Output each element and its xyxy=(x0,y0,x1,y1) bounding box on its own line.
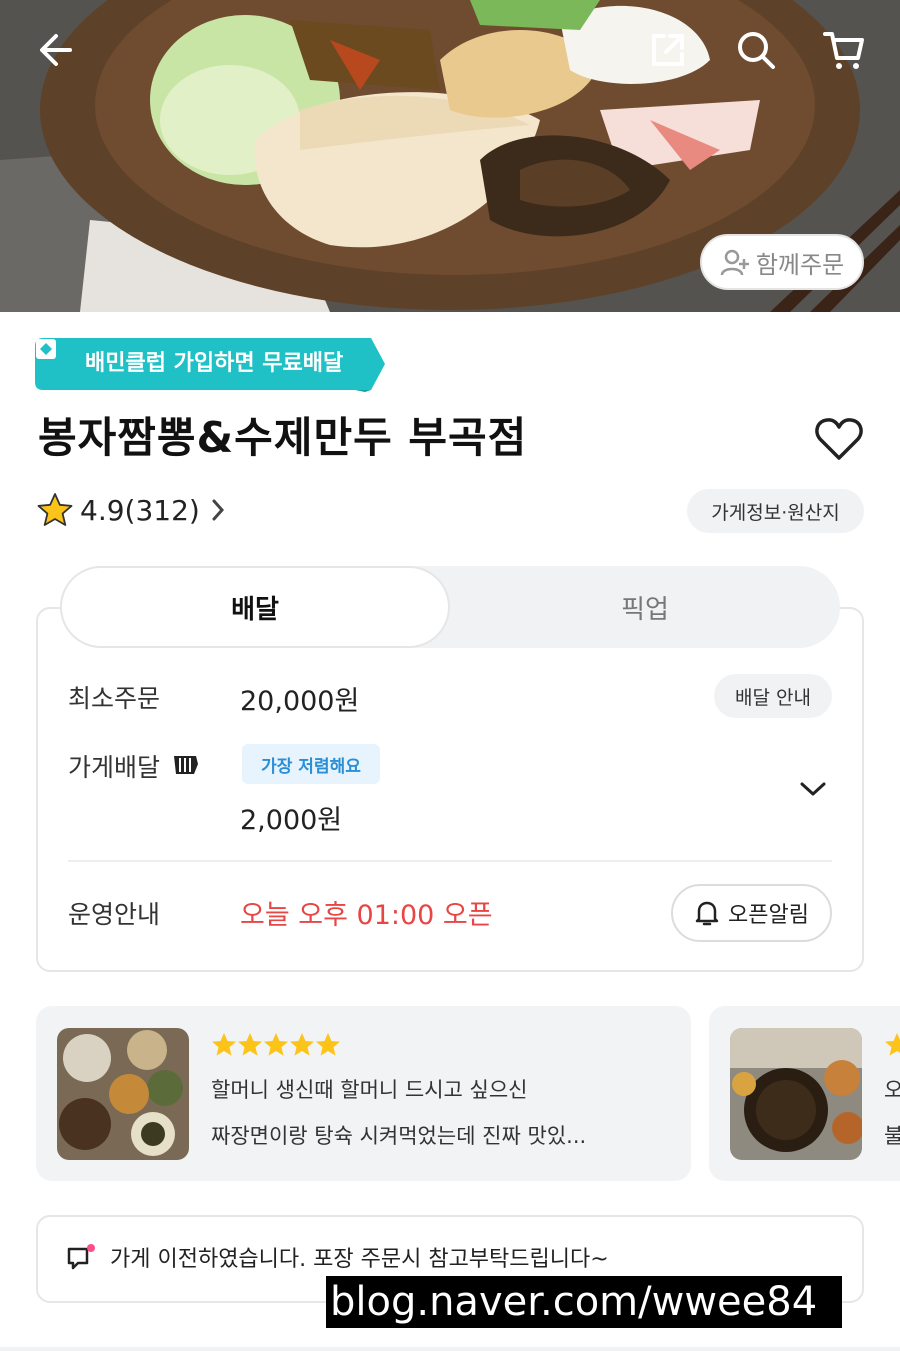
blog-watermark: blog.naver.com/wwee84 xyxy=(326,1276,842,1328)
star-icon xyxy=(885,1033,900,1056)
club-logo-icon xyxy=(36,339,56,359)
review-card[interactable]: 오 불 xyxy=(709,1006,900,1181)
five-stars-icon xyxy=(212,1033,340,1056)
review-food-image xyxy=(57,1028,189,1160)
rating-link[interactable]: 4.9(312) xyxy=(36,490,230,530)
cheapest-badge: 가장 저렴해요 xyxy=(242,744,380,784)
open-alarm-button[interactable]: 오픈알림 xyxy=(671,884,832,942)
bottom-divider xyxy=(0,1347,900,1351)
open-alarm-label: 오픈알림 xyxy=(728,903,809,928)
favorite-button[interactable] xyxy=(812,412,866,466)
bell-icon xyxy=(695,901,719,926)
together-order-button[interactable]: 함께주문 xyxy=(700,234,864,290)
search-icon xyxy=(738,32,775,69)
share-icon xyxy=(652,34,684,66)
star-icon xyxy=(37,493,73,526)
expand-delivery-button[interactable] xyxy=(796,772,830,806)
search-button[interactable] xyxy=(730,24,782,76)
cart-button[interactable] xyxy=(818,24,870,76)
add-person-icon xyxy=(720,249,749,276)
delivery-guide-button[interactable]: 배달 안내 xyxy=(714,674,832,718)
delivery-moto-icon xyxy=(174,756,198,774)
review-text-line2: 불 xyxy=(884,1124,900,1148)
notice-text: 가게 이전하였습니다. 포장 주문시 참고부탁드립니다~ xyxy=(110,1247,609,1272)
review-card[interactable]: 할머니 생신때 할머니 드시고 싶으신 짜장면이랑 탕슉 시켜먹었는데 진짜 맛… xyxy=(36,1006,691,1181)
review-stars xyxy=(884,1032,900,1060)
rating-value: 4.9(312) xyxy=(80,493,200,527)
chevron-down-icon xyxy=(800,782,826,796)
operation-label: 운영안내 xyxy=(68,900,161,929)
card-divider xyxy=(68,860,832,862)
together-order-label: 함께주문 xyxy=(755,250,845,279)
chevron-right-icon xyxy=(212,499,224,521)
store-delivery-fee: 2,000원 xyxy=(240,805,343,836)
review-food-image xyxy=(730,1028,862,1160)
baemin-club-banner[interactable]: 배민클럽 가입하면 무료배달 xyxy=(35,338,385,392)
notice-speech-icon xyxy=(67,1244,95,1270)
review-photo xyxy=(730,1028,862,1160)
back-arrow-icon xyxy=(40,34,72,66)
heart-icon xyxy=(815,418,863,460)
share-button[interactable] xyxy=(642,24,694,76)
store-name: 봉자짬뽕&수제만두 부곡점 xyxy=(38,413,528,462)
review-photo xyxy=(57,1028,189,1160)
review-stars xyxy=(211,1032,341,1060)
tab-delivery[interactable]: 배달 xyxy=(60,566,450,648)
cart-icon xyxy=(823,32,864,69)
operation-value: 오늘 오후 01:00 오픈 xyxy=(240,900,493,931)
store-delivery-label: 가게배달 xyxy=(68,753,161,782)
store-info-button[interactable]: 가게정보·원산지 xyxy=(687,489,864,533)
store-hero-image: 함께주문 xyxy=(0,0,900,312)
min-order-label: 최소주문 xyxy=(68,684,161,713)
review-text-line1: 오 xyxy=(884,1078,900,1102)
review-text-line2: 짜장면이랑 탕슉 시켜먹었는데 진짜 맛있... xyxy=(211,1124,587,1148)
back-button[interactable] xyxy=(30,24,82,76)
review-text-line1: 할머니 생신때 할머니 드시고 싶으신 xyxy=(211,1078,528,1102)
min-order-value: 20,000원 xyxy=(240,686,360,717)
tab-pickup[interactable]: 픽업 xyxy=(450,566,840,648)
club-banner-text: 배민클럽 가입하면 무료배달 xyxy=(85,351,344,376)
